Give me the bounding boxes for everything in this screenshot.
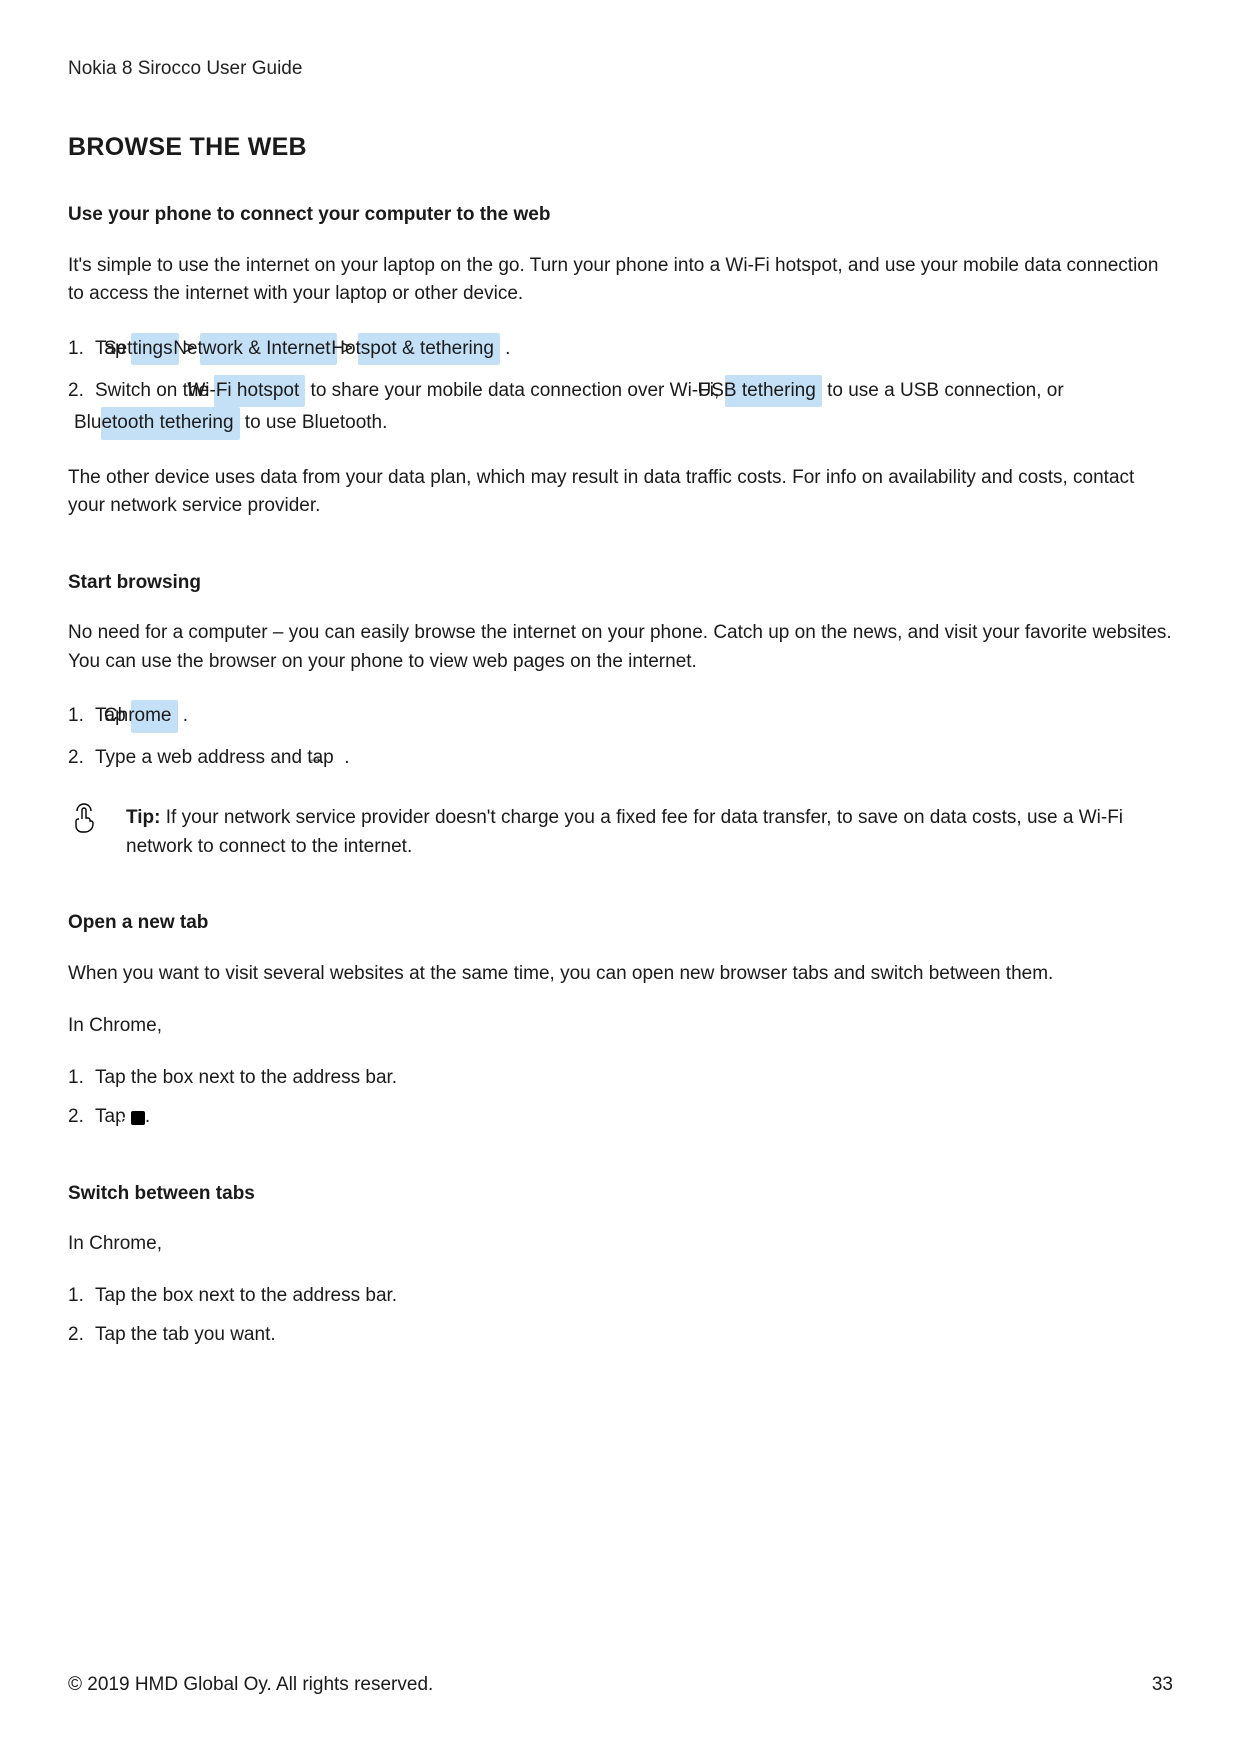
steps-list-open-tab: 1.Tap the box next to the address bar. 2… [68, 1063, 1173, 1132]
step-number: 1. [68, 1063, 95, 1092]
document-header: Nokia 8 Sirocco User Guide [68, 55, 1173, 84]
list-item: 1.Tap Chrome . [68, 700, 1173, 732]
subsection-heading-switch-tabs: Switch between tabs [68, 1180, 1173, 1209]
subsection-heading-connect: Use your phone to connect your computer … [68, 201, 1173, 230]
steps-list-browsing: 1.Tap Chrome . 2.Type a web address and … [68, 700, 1173, 772]
step-number: 1. [68, 701, 95, 730]
hand-tap-icon [68, 802, 104, 846]
step-text: Tap [95, 1106, 131, 1127]
step-text: . [339, 747, 350, 768]
intro-paragraph: When you want to visit several websites … [68, 960, 1173, 989]
list-item: 2.Type a web address and tap → . [68, 743, 1173, 772]
step-number: 2. [68, 1102, 95, 1131]
context-paragraph: In Chrome, [68, 1012, 1173, 1041]
subsection-heading-start-browsing: Start browsing [68, 569, 1173, 598]
step-text: Type a web address and tap [95, 747, 339, 768]
tip-body: If your network service provider doesn't… [126, 807, 1123, 857]
footer-page-number: 33 [1152, 1671, 1173, 1700]
step-number: 2. [68, 743, 95, 772]
note-paragraph: The other device uses data from your dat… [68, 464, 1173, 521]
step-text: . [178, 705, 189, 726]
step-text: Tap the box next to the address bar. [95, 1067, 397, 1088]
tip-label: Tip: [126, 807, 160, 828]
ui-chip-hotspot-tethering: Hotspot & tethering [358, 333, 500, 365]
list-item: 1.Tap the box next to the address bar. [68, 1063, 1173, 1092]
tip-text: Tip: If your network service provider do… [126, 802, 1173, 861]
step-text: to use Bluetooth. [240, 412, 388, 433]
list-item: 1.Tap the box next to the address bar. [68, 1281, 1173, 1310]
step-text: Tap the box next to the address bar. [95, 1285, 397, 1306]
step-text: . [500, 338, 511, 359]
list-item: 1.Tap Settings > Network & Internet > Ho… [68, 333, 1173, 365]
plus-box-icon: + [131, 1111, 145, 1125]
ui-chip-chrome: Chrome [131, 700, 178, 732]
list-item: 2.Tap +. [68, 1102, 1173, 1131]
ui-chip-bluetooth-tethering: Bluetooth tethering [101, 407, 240, 439]
step-number: 2. [68, 1320, 95, 1349]
subsection-heading-open-tab: Open a new tab [68, 909, 1173, 938]
steps-list-switch-tabs: 1.Tap the box next to the address bar. 2… [68, 1281, 1173, 1350]
list-item: 2.Switch on the Wi-Fi hotspot to share y… [68, 375, 1173, 440]
ui-chip-settings: Settings [131, 333, 179, 365]
list-item: 2.Tap the tab you want. [68, 1320, 1173, 1349]
footer-copyright: © 2019 HMD Global Oy. All rights reserve… [68, 1671, 433, 1700]
step-text: Tap the tab you want. [95, 1324, 276, 1345]
step-text: . [145, 1106, 150, 1127]
context-paragraph: In Chrome, [68, 1230, 1173, 1259]
step-text: to use a USB connection, or [822, 380, 1064, 401]
step-number: 1. [68, 1281, 95, 1310]
page-footer: © 2019 HMD Global Oy. All rights reserve… [68, 1671, 1173, 1700]
tip-block: Tip: If your network service provider do… [68, 802, 1173, 861]
ui-chip-usb-tethering: USB tethering [725, 375, 822, 407]
step-number: 2. [68, 376, 95, 405]
page-title: BROWSE THE WEB [68, 129, 1173, 167]
intro-paragraph: It's simple to use the internet on your … [68, 252, 1173, 309]
ui-chip-wifi-hotspot: Wi-Fi hotspot [214, 375, 305, 407]
steps-list-connect: 1.Tap Settings > Network & Internet > Ho… [68, 333, 1173, 440]
step-text: to share your mobile data connection ove… [305, 380, 724, 401]
intro-paragraph: No need for a computer – you can easily … [68, 619, 1173, 676]
step-number: 1. [68, 334, 95, 363]
ui-chip-network-internet: Network & Internet [200, 333, 336, 365]
